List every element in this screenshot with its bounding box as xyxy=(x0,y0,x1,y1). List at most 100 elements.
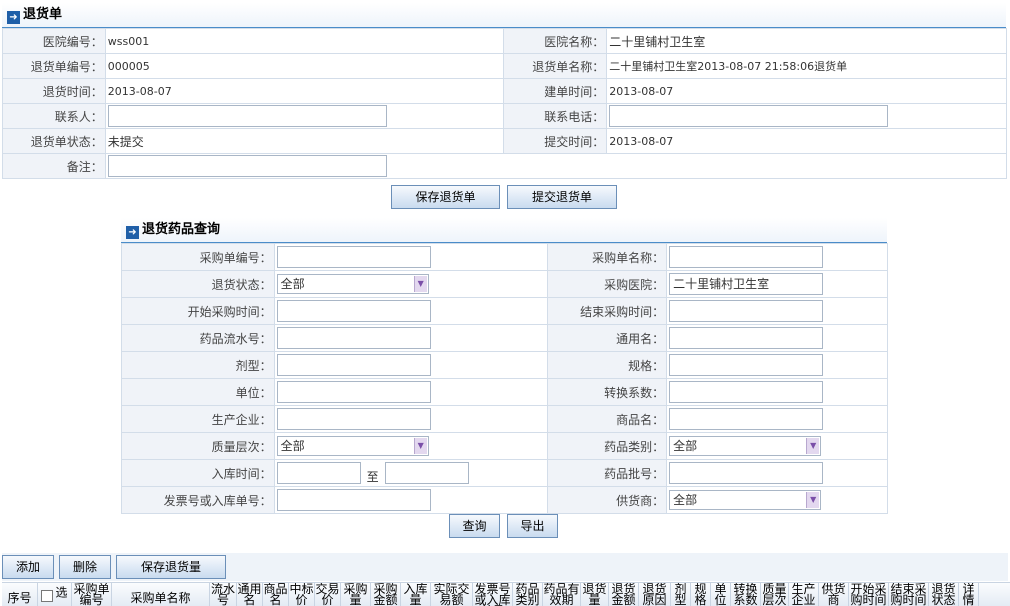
drug-serial-input[interactable] xyxy=(276,327,431,349)
query-row: 剂型： 规格： xyxy=(121,351,888,379)
select-all-checkbox[interactable] xyxy=(41,590,54,602)
chevron-down-icon[interactable]: ▼ xyxy=(413,276,427,292)
drug-category-select[interactable]: 全部 ▼ xyxy=(669,436,822,456)
po-name-input[interactable] xyxy=(669,246,824,268)
dosage-form-input[interactable] xyxy=(276,354,431,376)
end-time-label: 结束采购时间： xyxy=(547,297,668,325)
column-header[interactable]: 采购金额 xyxy=(371,583,401,606)
column-header[interactable]: 规格 xyxy=(691,583,711,606)
delete-button[interactable]: 删除 xyxy=(59,555,111,579)
end-time-input[interactable] xyxy=(669,300,824,322)
submit-return-button[interactable]: 提交退货单 xyxy=(507,185,617,209)
arrow-right-icon: ➜ xyxy=(126,226,139,239)
column-header[interactable]: 流水号 xyxy=(210,583,237,606)
column-header[interactable]: 序号 xyxy=(2,583,38,606)
search-button[interactable]: 查询 xyxy=(449,514,500,538)
query-row: 发票号或入库单号： 供货商： 全部 ▼ xyxy=(121,486,888,514)
batch-no-input[interactable] xyxy=(669,462,824,484)
po-no-input[interactable] xyxy=(276,246,431,268)
column-header[interactable]: 转换系数 xyxy=(731,583,761,606)
manufacturer-input[interactable] xyxy=(276,408,431,430)
po-name-label: 采购单名称： xyxy=(547,243,668,271)
return-order-panel-title: ➜ 退货单 xyxy=(2,3,1006,29)
toolbar: 添加 删除 保存退货量 xyxy=(2,553,1008,581)
conversion-label: 转换系数： xyxy=(547,378,668,406)
save-return-button[interactable]: 保存退货单 xyxy=(391,185,500,209)
arrow-right-icon: ➜ xyxy=(7,11,20,24)
create-time-label: 建单时间： xyxy=(503,78,608,104)
generic-name-label: 通用名： xyxy=(547,324,668,352)
column-header[interactable]: 开始采购时间 xyxy=(849,583,889,606)
column-header[interactable]: 单位 xyxy=(711,583,731,606)
column-header[interactable]: 详情 xyxy=(959,583,979,606)
add-button[interactable]: 添加 xyxy=(2,555,54,579)
quality-level-selected: 全部 xyxy=(280,439,305,453)
stock-in-end-input[interactable] xyxy=(384,462,469,484)
remark-label: 备注： xyxy=(2,153,106,179)
column-header[interactable]: 采购单编号 xyxy=(72,583,112,606)
drug-serial-label: 药品流水号： xyxy=(121,324,275,352)
query-panel-title: ➜ 退货药品查询 xyxy=(121,218,887,244)
purchase-hospital-input[interactable]: 二十里铺村卫生室 xyxy=(669,273,824,295)
dosage-form-label: 剂型： xyxy=(121,351,275,379)
column-header[interactable]: 商品名 xyxy=(263,583,289,606)
column-header[interactable]: 退货状态 xyxy=(929,583,959,606)
return-no-label: 退货单编号： xyxy=(2,53,106,79)
export-button[interactable]: 导出 xyxy=(507,514,558,538)
query-form: 采购单编号： 采购单名称： 退货状态： 全部 ▼ 采购医院： 二十里铺村卫生室 开… xyxy=(121,243,888,514)
status-value: 未提交 xyxy=(104,128,505,154)
save-quantity-button[interactable]: 保存退货量 xyxy=(116,555,226,579)
column-header[interactable]: 供货商 xyxy=(819,583,849,606)
column-header[interactable]: 采购单名称 xyxy=(112,583,210,606)
column-header[interactable]: 质量层次 xyxy=(761,583,789,606)
form-row: 联系人： 联系电话： xyxy=(2,103,1007,129)
return-status-select[interactable]: 全部 ▼ xyxy=(276,274,429,294)
contact-input[interactable] xyxy=(107,105,387,127)
column-header[interactable]: 剂型 xyxy=(671,583,691,606)
column-header[interactable]: 采购量 xyxy=(341,583,371,606)
column-header[interactable]: 实际交易额 xyxy=(431,583,473,606)
column-header[interactable]: 结束采购时间 xyxy=(889,583,929,606)
column-header[interactable]: 生产企业 xyxy=(789,583,819,606)
hospital-name-label: 医院名称： xyxy=(503,28,608,54)
column-header[interactable]: 通用名 xyxy=(237,583,263,606)
chevron-down-icon[interactable]: ▼ xyxy=(413,438,427,454)
start-time-label: 开始采购时间： xyxy=(121,297,275,325)
spec-label: 规格： xyxy=(547,351,668,379)
start-time-input[interactable] xyxy=(276,300,431,322)
hospital-code-value: wss001 xyxy=(104,28,505,54)
trade-name-input[interactable] xyxy=(669,408,824,430)
return-time-value: 2013-08-07 xyxy=(104,78,505,104)
conversion-input[interactable] xyxy=(669,381,824,403)
column-header[interactable]: 药品类别 xyxy=(513,583,543,606)
trade-name-label: 商品名： xyxy=(547,405,668,433)
form-row: 退货单编号： 000005 退货单名称： 二十里铺村卫生室2013-08-07 … xyxy=(2,53,1007,79)
return-no-value: 000005 xyxy=(104,53,505,79)
remark-input[interactable] xyxy=(107,155,387,177)
range-to-label: 至 xyxy=(366,469,379,484)
quality-level-select[interactable]: 全部 ▼ xyxy=(276,436,429,456)
column-header[interactable]: 药品有效期 xyxy=(543,583,581,606)
spec-input[interactable] xyxy=(669,354,824,376)
form-row: 医院编号： wss001 医院名称： 二十里铺村卫生室 xyxy=(2,28,1007,54)
phone-input[interactable] xyxy=(609,105,889,127)
column-header[interactable]: 交易价 xyxy=(315,583,341,606)
column-header[interactable]: 入库量 xyxy=(401,583,431,606)
status-label: 退货单状态： xyxy=(2,128,106,154)
chevron-down-icon[interactable]: ▼ xyxy=(806,492,820,508)
form-row: 退货时间： 2013-08-07 建单时间： 2013-08-07 xyxy=(2,78,1007,104)
chevron-down-icon[interactable]: ▼ xyxy=(806,438,820,454)
select-all-header[interactable]: 选 xyxy=(38,583,72,606)
invoice-input[interactable] xyxy=(276,489,431,511)
column-header[interactable]: 发票号或入库单号 xyxy=(473,583,513,606)
stock-in-start-input[interactable] xyxy=(276,462,361,484)
column-header[interactable]: 退货量 xyxy=(581,583,609,606)
column-header[interactable]: 退货金额 xyxy=(609,583,639,606)
supplier-select[interactable]: 全部 ▼ xyxy=(669,490,822,510)
hospital-code-label: 医院编号： xyxy=(2,28,106,54)
column-header[interactable]: 中标价 xyxy=(289,583,315,606)
unit-input[interactable] xyxy=(276,381,431,403)
query-row: 质量层次： 全部 ▼ 药品类别： 全部 ▼ xyxy=(121,432,888,460)
generic-name-input[interactable] xyxy=(669,327,824,349)
column-header[interactable]: 退货原因 xyxy=(639,583,671,606)
